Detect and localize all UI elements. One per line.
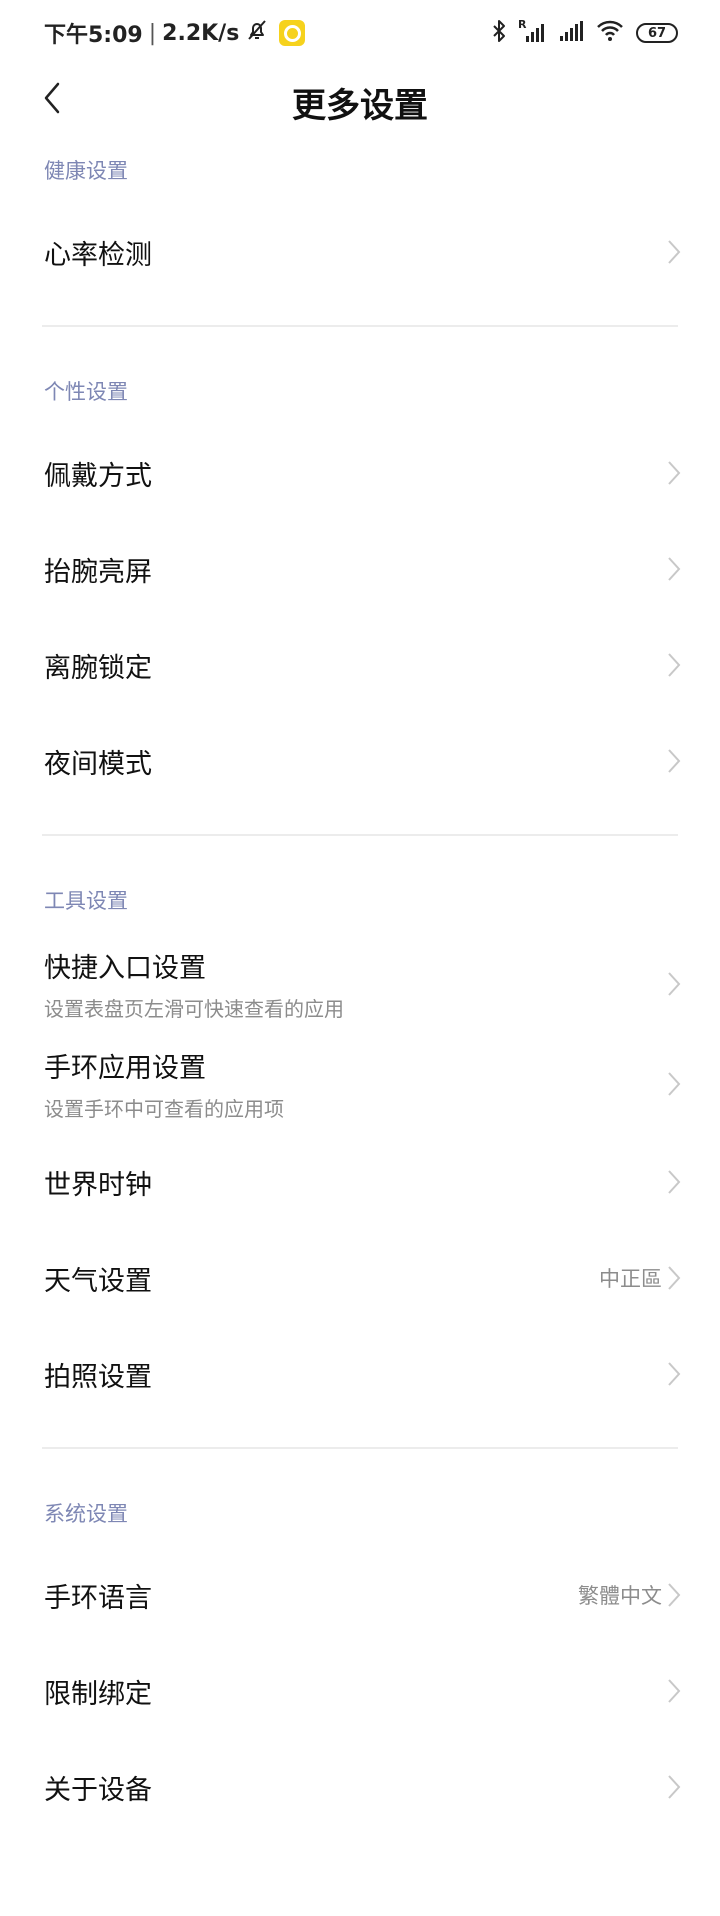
setting-label: 手环语言: [44, 1582, 152, 1614]
nav-bar: 更多设置: [0, 64, 720, 136]
bluetooth-icon: [492, 19, 506, 47]
chevron-right-icon: [668, 972, 681, 996]
setting-world-clock[interactable]: 世界时钟: [0, 1134, 720, 1230]
wifi-icon: [596, 19, 624, 47]
battery-icon: 67: [636, 23, 678, 43]
network-speed: 2.2K/s: [162, 20, 240, 46]
status-separator: |: [148, 20, 157, 46]
setting-camera[interactable]: 拍照设置: [0, 1326, 720, 1422]
setting-about[interactable]: 关于设备: [0, 1739, 720, 1835]
setting-label: 心率检测: [44, 239, 152, 271]
setting-heart-rate[interactable]: 心率检测: [0, 204, 720, 300]
setting-restrict-binding[interactable]: 限制绑定: [0, 1643, 720, 1739]
setting-label: 夜间模式: [44, 748, 152, 780]
chevron-right-icon: [668, 653, 681, 677]
setting-subtitle: 设置手环中可查看的应用项: [44, 1097, 284, 1121]
chevron-right-icon: [668, 1362, 681, 1386]
chevron-right-icon: [668, 1072, 681, 1096]
setting-night-mode[interactable]: 夜间模式: [0, 713, 720, 809]
setting-label: 抬腕亮屏: [44, 556, 152, 588]
chevron-right-icon: [668, 1170, 681, 1194]
bell-off-icon: [245, 18, 269, 48]
signal-roaming-icon: R: [518, 18, 546, 48]
setting-label: 关于设备: [44, 1774, 152, 1806]
setting-value: 繁體中文: [578, 1584, 662, 1608]
status-bar: 下午5:09 | 2.2K/s R 67: [0, 0, 720, 64]
section-divider: [42, 834, 678, 836]
setting-weather[interactable]: 天气设置 中正區: [0, 1230, 720, 1326]
setting-label: 离腕锁定: [44, 652, 152, 684]
chevron-right-icon: [668, 240, 681, 264]
section-header-health: 健康设置: [44, 159, 128, 183]
setting-wear-mode[interactable]: 佩戴方式: [0, 425, 720, 521]
chevron-right-icon: [668, 1266, 681, 1290]
section-header-tools: 工具设置: [44, 889, 128, 913]
signal-icon: [558, 19, 584, 47]
status-right: R 67: [492, 16, 678, 50]
section-header-personal: 个性设置: [44, 380, 128, 404]
setting-band-apps[interactable]: 手环应用设置 设置手环中可查看的应用项: [0, 1034, 720, 1134]
setting-label: 拍照设置: [44, 1361, 152, 1393]
setting-label: 限制绑定: [44, 1678, 152, 1710]
setting-language[interactable]: 手环语言 繁體中文: [0, 1547, 720, 1643]
chevron-right-icon: [668, 1775, 681, 1799]
status-left: 下午5:09 | 2.2K/s: [44, 16, 306, 50]
svg-text:R: R: [518, 18, 527, 31]
setting-label: 佩戴方式: [44, 460, 152, 492]
setting-off-wrist-lock[interactable]: 离腕锁定: [0, 617, 720, 713]
setting-label: 快捷入口设置: [44, 953, 206, 984]
section-header-system: 系统设置: [44, 1502, 128, 1526]
chevron-right-icon: [668, 1679, 681, 1703]
section-divider: [42, 325, 678, 327]
setting-raise-wake[interactable]: 抬腕亮屏: [0, 521, 720, 617]
chevron-right-icon: [668, 1583, 681, 1607]
setting-subtitle: 设置表盘页左滑可快速查看的应用: [44, 997, 344, 1021]
chevron-right-icon: [668, 557, 681, 581]
setting-label: 世界时钟: [44, 1169, 152, 1201]
setting-label: 天气设置: [44, 1265, 152, 1297]
setting-shortcut[interactable]: 快捷入口设置 设置表盘页左滑可快速查看的应用: [0, 934, 720, 1034]
status-time: 下午5:09: [44, 23, 143, 48]
page-title: 更多设置: [292, 86, 428, 126]
settings-list: 健康设置 心率检测 个性设置 佩戴方式 抬腕亮屏 离腕锁定 夜间模式 工具设置 …: [0, 136, 720, 1835]
section-divider: [42, 1447, 678, 1449]
setting-value: 中正區: [599, 1267, 662, 1291]
chevron-right-icon: [668, 749, 681, 773]
app-notification-icon: [279, 20, 306, 46]
chevron-right-icon: [668, 461, 681, 485]
setting-label: 手环应用设置: [44, 1053, 206, 1084]
